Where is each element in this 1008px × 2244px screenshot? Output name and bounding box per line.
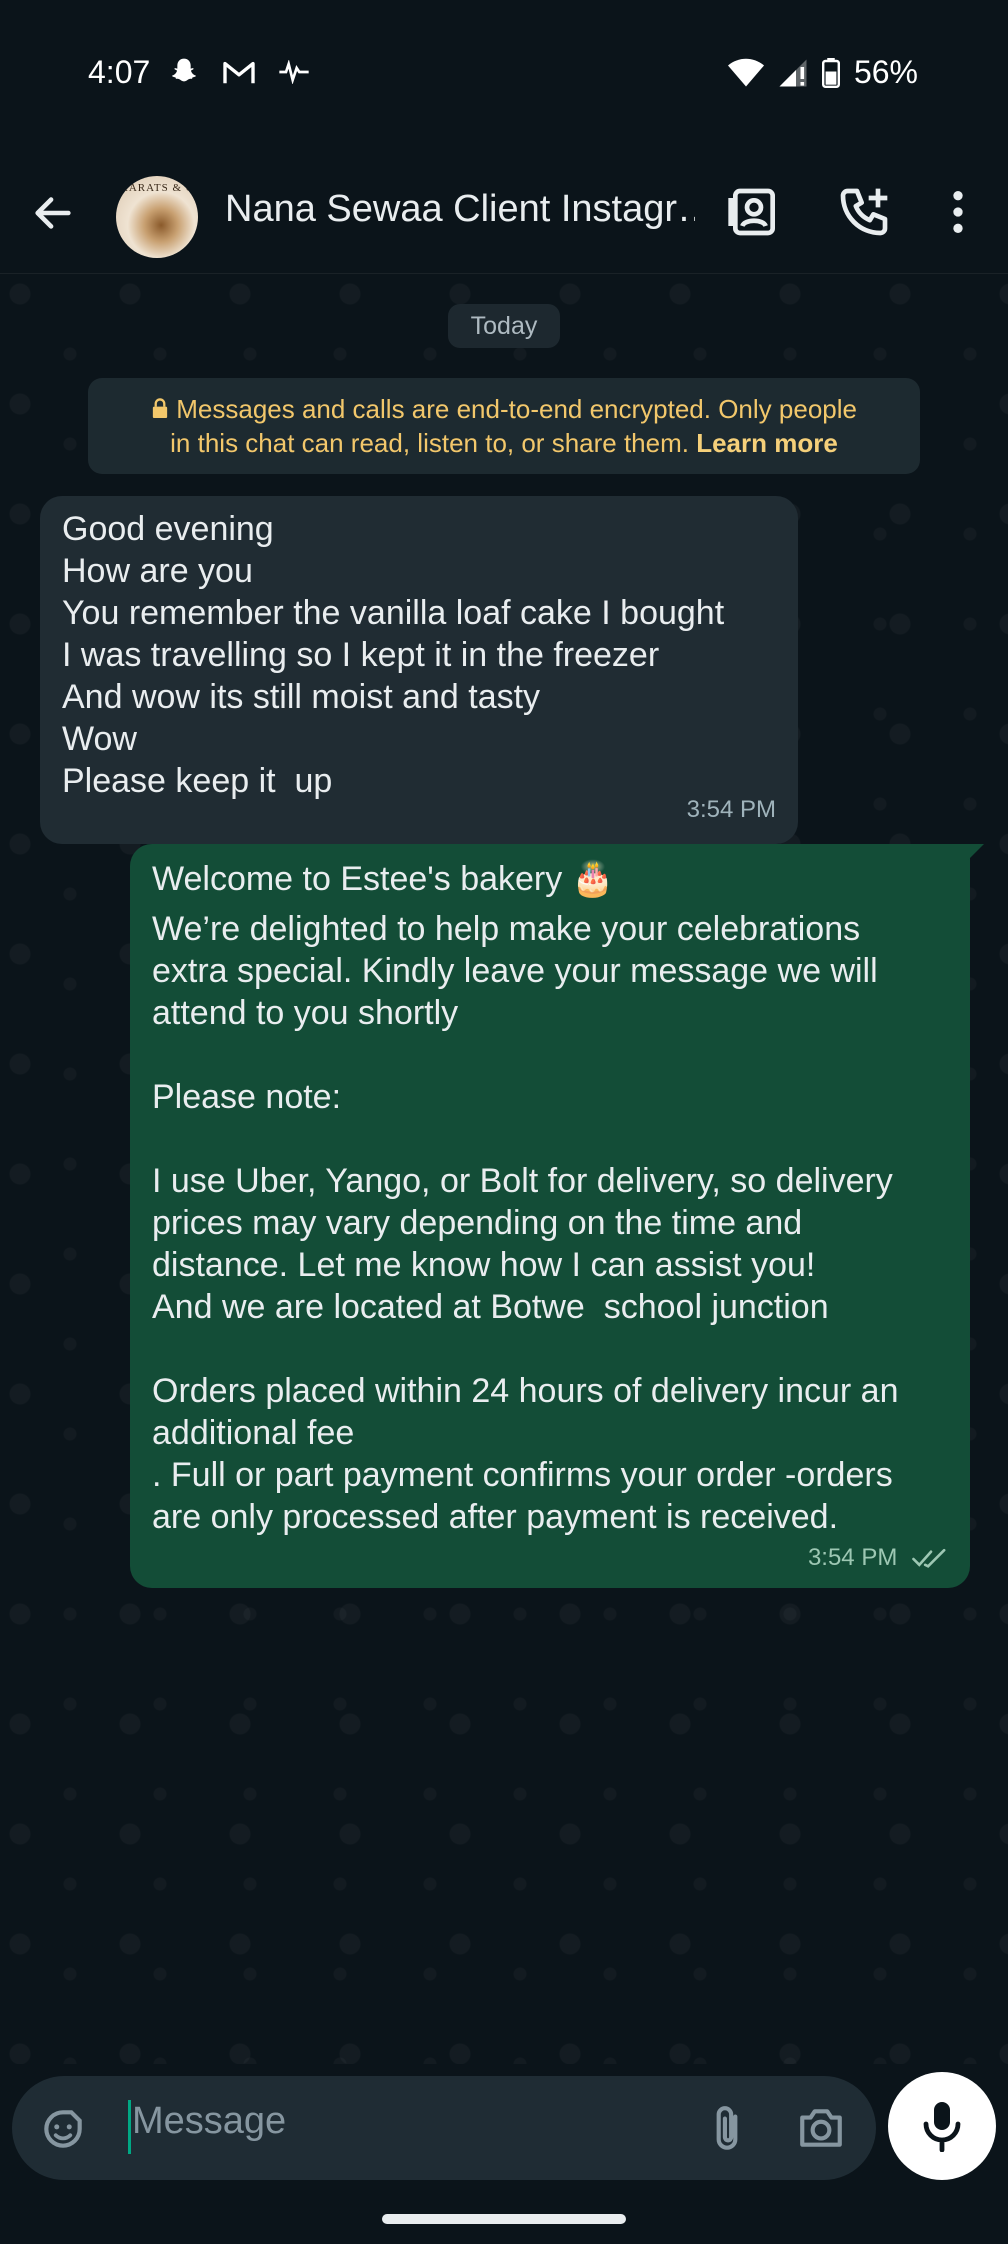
message-line: extra special. Kindly leave your message… xyxy=(152,952,878,990)
message-line: How are you xyxy=(62,552,253,590)
avatar-logo-text: KARATS & C xyxy=(119,182,195,194)
message-line: Wow xyxy=(62,720,137,758)
encryption-line-2: in this chat can read, listen to, or sha… xyxy=(170,428,689,458)
incoming-message[interactable]: Good evening How are you You remember th… xyxy=(40,496,798,844)
battery-percent: 56% xyxy=(853,54,918,90)
more-vert-icon[interactable] xyxy=(930,184,986,240)
message-line: Orders placed within 24 hours of deliver… xyxy=(152,1372,899,1410)
contact-card-icon[interactable] xyxy=(726,184,782,240)
double-check-icon xyxy=(912,1548,946,1568)
message-line: And we are located at Botwe school junct… xyxy=(152,1288,829,1326)
message-line: We’re delighted to help make your celebr… xyxy=(152,910,861,948)
message-line: You remember the vanilla loaf cake I bou… xyxy=(62,594,725,632)
microphone-icon xyxy=(923,2102,961,2152)
message-line: prices may vary depending on the time an… xyxy=(152,1204,803,1242)
back-button[interactable] xyxy=(30,190,76,236)
chat-header: KARATS & C Nana Sewaa Client Instagr… xyxy=(0,150,1008,274)
signal-icon xyxy=(779,59,807,86)
battery-icon xyxy=(821,57,840,88)
lock-icon xyxy=(151,394,176,424)
text-cursor xyxy=(128,2100,131,2154)
message-line: are only processed after payment is rece… xyxy=(152,1498,839,1536)
learn-more-link[interactable]: Learn more xyxy=(696,428,838,458)
message-line: Please note: xyxy=(152,1078,342,1116)
message-line: attend to you shortly xyxy=(152,994,459,1032)
message-line: additional fee xyxy=(152,1414,355,1452)
status-bar: 4:07 56% xyxy=(0,0,1008,150)
date-chip: Today xyxy=(448,304,560,348)
contact-avatar[interactable]: KARATS & C xyxy=(116,176,198,258)
camera-icon[interactable] xyxy=(796,2104,846,2152)
gmail-icon xyxy=(223,61,255,84)
message-line: . Full or part payment confirms your ord… xyxy=(152,1456,893,1494)
message-line: Welcome to Estee's bakery 🎂 xyxy=(152,860,615,898)
message-line: And wow its still moist and tasty xyxy=(62,678,541,716)
message-line: I use Uber, Yango, or Bolt for delivery,… xyxy=(152,1162,893,1200)
chat-title[interactable]: Nana Sewaa Client Instagr… xyxy=(225,188,695,231)
sticker-icon[interactable] xyxy=(38,2104,88,2154)
status-time: 4:07 xyxy=(88,54,151,90)
chat-area[interactable]: Today Messages and calls are end-to-end … xyxy=(0,274,1008,2064)
add-call-icon[interactable] xyxy=(836,184,892,240)
wifi-icon xyxy=(727,58,764,86)
paperclip-icon[interactable] xyxy=(702,2102,752,2156)
encryption-line-1: Messages and calls are end-to-end encryp… xyxy=(176,394,857,424)
message-line: distance. Let me know how I can assist y… xyxy=(152,1246,816,1284)
system-icons: 56% xyxy=(727,54,918,91)
message-time: 3:54 PM xyxy=(807,1544,898,1571)
message-input[interactable]: Message xyxy=(132,2100,286,2143)
message-composer: Message xyxy=(12,2076,876,2180)
snapchat-icon xyxy=(172,58,196,82)
encryption-notice[interactable]: Messages and calls are end-to-end encryp… xyxy=(88,378,920,474)
message-line: I was travelling so I kept it in the fre… xyxy=(62,636,660,674)
outgoing-message[interactable]: Welcome to Estee's bakery 🎂 We’re deligh… xyxy=(130,844,984,1588)
home-indicator[interactable] xyxy=(382,2214,626,2224)
message-line: Good evening xyxy=(62,510,274,548)
message-meta: 3:54 PM xyxy=(152,1544,950,1572)
microphone-button[interactable] xyxy=(888,2072,996,2180)
notification-icons xyxy=(168,56,310,88)
activity-icon xyxy=(279,60,309,84)
